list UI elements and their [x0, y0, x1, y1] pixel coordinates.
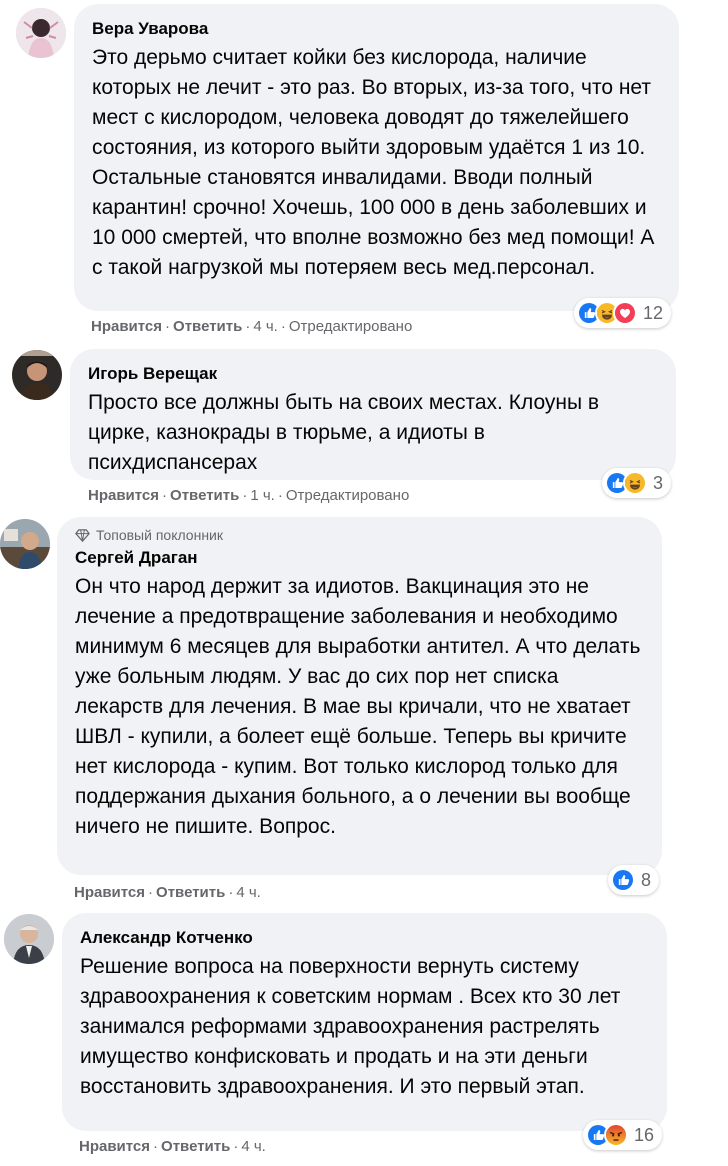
avatar[interactable]: [16, 8, 66, 58]
like-button[interactable]: Нравится: [79, 1138, 150, 1155]
comment-author[interactable]: Александр Котченко: [80, 927, 649, 949]
like-icon: [611, 868, 635, 892]
reaction-count: 8: [641, 869, 652, 890]
reaction-count: 16: [634, 1124, 655, 1145]
comment-author[interactable]: Игорь Верещак: [88, 363, 658, 385]
comment-text: Это дерьмо считает койки без кислорода, …: [92, 46, 655, 279]
reactions-summary[interactable]: 8: [608, 865, 660, 895]
avatar[interactable]: [0, 519, 50, 569]
like-button[interactable]: Нравится: [74, 884, 145, 901]
reactions-summary[interactable]: 3: [602, 468, 672, 498]
avatar[interactable]: [12, 350, 62, 400]
reactions-summary[interactable]: 16: [583, 1120, 663, 1150]
angry-icon: [604, 1123, 628, 1147]
like-button[interactable]: Нравится: [91, 318, 162, 335]
top-fan-badge: Топовый поклонник: [75, 527, 644, 543]
badge-label: Топовый поклонник: [96, 527, 223, 543]
edited-label: Отредактировано: [288, 318, 413, 335]
reaction-count: 12: [643, 302, 664, 323]
comment-bubble: Игорь Верещак Просто все должны быть на …: [70, 349, 676, 480]
comment-actions: Нравится · Ответить · 1 ч. · Отредактировано: [88, 487, 410, 504]
comment-time[interactable]: 1 ч.: [250, 487, 275, 504]
comment-actions: Нравится · Ответить · 4 ч.: [74, 884, 261, 901]
reactions-summary[interactable]: 12: [574, 298, 672, 328]
haha-icon: [623, 471, 647, 495]
edited-label: Отредактировано: [285, 487, 410, 504]
reply-button[interactable]: Ответить: [170, 487, 239, 504]
avatar[interactable]: [4, 914, 54, 964]
comment-time[interactable]: 4 ч.: [253, 318, 278, 335]
love-icon: [613, 301, 637, 325]
reply-button[interactable]: Ответить: [173, 318, 242, 335]
comment-text: Просто все должны быть на своих местах. …: [88, 391, 600, 474]
comment-text: Решение вопроса на поверхности вернуть с…: [80, 955, 621, 1098]
comment-time[interactable]: 4 ч.: [236, 884, 261, 901]
comment-bubble: Александр Котченко Решение вопроса на по…: [62, 913, 667, 1131]
comment-bubble: Топовый поклонник Сергей Драган Он что н…: [57, 517, 662, 875]
comment-text: Он что народ держит за идиотов. Вакцинац…: [75, 575, 641, 838]
comment-actions: Нравится · Ответить · 4 ч. · Отредактировано: [91, 318, 413, 335]
comment-bubble: Вера Уварова Это дерьмо считает койки бе…: [74, 4, 679, 311]
comment-author[interactable]: Сергей Драган: [75, 547, 644, 569]
comment-author[interactable]: Вера Уварова: [92, 18, 661, 40]
comment-time[interactable]: 4 ч.: [241, 1138, 266, 1155]
diamond-icon: [75, 528, 90, 542]
reply-button[interactable]: Ответить: [156, 884, 225, 901]
reply-button[interactable]: Ответить: [161, 1138, 230, 1155]
comment-actions: Нравится · Ответить · 4 ч.: [79, 1138, 266, 1155]
reaction-count: 3: [653, 472, 664, 493]
like-button[interactable]: Нравится: [88, 487, 159, 504]
